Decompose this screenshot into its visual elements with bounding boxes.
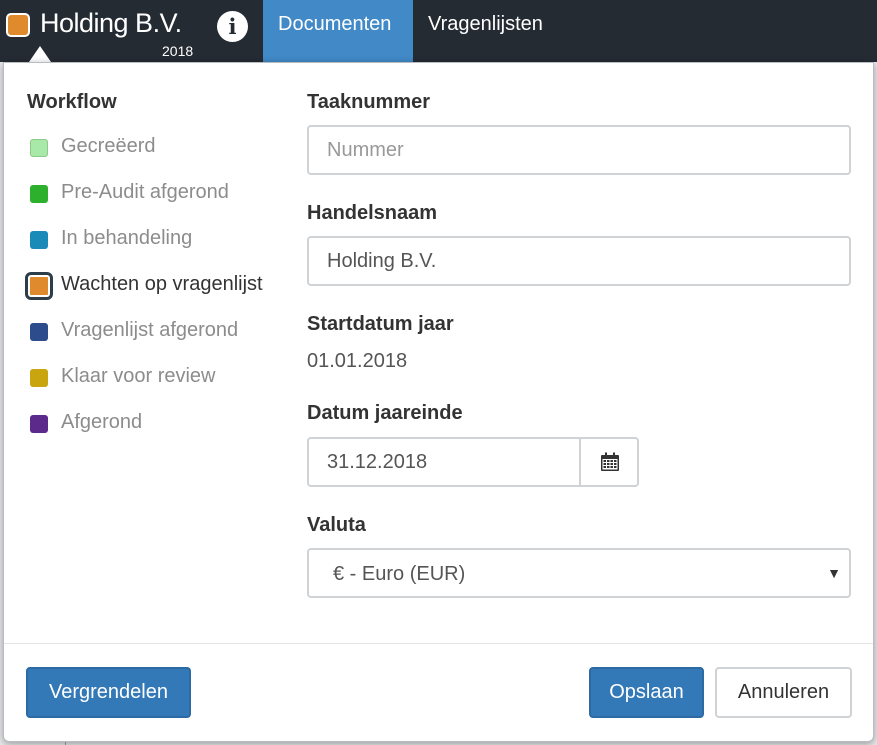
workflow-item-label: Pre-Audit afgerond (61, 181, 229, 203)
valuta-label: Valuta (307, 514, 366, 536)
workflow-item-label: In behandeling (61, 227, 193, 249)
company-year: 2018 (162, 43, 194, 59)
workflow-item-klaar-voor-review[interactable]: Klaar voor review (23, 363, 283, 409)
footer-divider (4, 643, 873, 644)
status-swatch-selected (25, 272, 53, 300)
workflow-item-afgerond[interactable]: Afgerond (23, 409, 283, 455)
popover-caret (29, 46, 51, 62)
jaareinde-date-picker (307, 437, 639, 487)
valuta-select[interactable]: € - Euro (EUR) ▼ (307, 548, 851, 598)
handelsnaam-label: Handelsnaam (307, 202, 438, 224)
workflow-item-gecreeerd[interactable]: Gecreëerd (23, 133, 283, 179)
status-swatch (30, 323, 48, 341)
workflow-item-pre-audit[interactable]: Pre-Audit afgerond (23, 179, 283, 225)
tab-vragenlijsten[interactable]: Vragenlijsten (413, 0, 558, 62)
workflow-item-in-behandeling[interactable]: In behandeling (23, 225, 283, 271)
company-name: Holding B.V. (40, 8, 182, 38)
status-swatch (30, 139, 48, 157)
startdatum-label: Startdatum jaar (307, 313, 454, 335)
status-swatch (30, 231, 48, 249)
save-button[interactable]: Opslaan (589, 667, 704, 718)
workflow-list: Gecreëerd Pre-Audit afgerond In behandel… (23, 133, 283, 455)
workflow-item-label: Gecreëerd (61, 135, 156, 157)
workflow-item-label: Afgerond (61, 411, 143, 433)
jaareinde-label: Datum jaareinde (307, 402, 463, 424)
lock-button[interactable]: Vergrendelen (26, 667, 191, 718)
workflow-item-wachten[interactable]: Wachten op vragenlijst (23, 271, 283, 317)
workflow-item-label: Vragenlijst afgerond (61, 319, 239, 341)
cancel-button[interactable]: Annuleren (715, 667, 852, 718)
tab-documenten[interactable]: Documenten (263, 0, 413, 62)
calendar-icon (601, 452, 619, 471)
taaknummer-input[interactable] (307, 125, 851, 175)
task-dialog: Workflow Gecreëerd Pre-Audit afgerond In… (3, 62, 874, 742)
workflow-item-vragenlijst-afgerond[interactable]: Vragenlijst afgerond (23, 317, 283, 363)
jaareinde-input[interactable] (307, 437, 581, 487)
startdatum-value: 01.01.2018 (307, 350, 408, 372)
status-indicator (6, 13, 30, 37)
handelsnaam-input[interactable] (307, 236, 851, 286)
workflow-item-label: Wachten op vragenlijst (61, 273, 263, 295)
chevron-down-icon: ▼ (827, 565, 841, 581)
valuta-selected: € - Euro (EUR) (333, 563, 466, 585)
top-navbar: Holding B.V. 2018 i Documenten Vragenlij… (0, 0, 877, 62)
workflow-item-label: Klaar voor review (61, 365, 216, 387)
calendar-button[interactable] (579, 437, 639, 487)
workflow-heading: Workflow (27, 91, 117, 113)
status-swatch (30, 185, 48, 203)
info-icon[interactable]: i (217, 11, 248, 42)
status-swatch (30, 415, 48, 433)
status-swatch (30, 369, 48, 387)
taaknummer-label: Taaknummer (307, 91, 431, 113)
